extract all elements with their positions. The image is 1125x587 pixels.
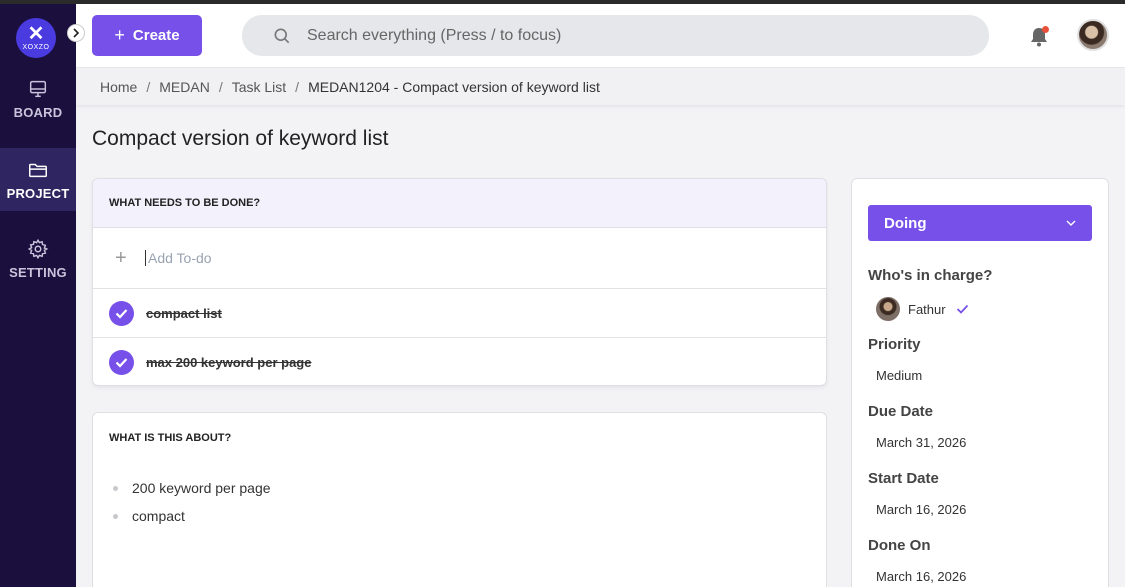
todo-item: max 200 keyword per page [93,338,826,385]
page-title: Compact version of keyword list [92,127,389,150]
assignee-avatar [876,297,900,321]
list-item-text: 200 keyword per page [132,480,271,496]
todo-item: compact list [93,289,826,338]
monitor-icon [29,80,47,97]
breadcrumb-project[interactable]: MEDAN [159,79,210,95]
todo-header: WHAT NEEDS TO BE DONE? [93,179,826,228]
status-dropdown[interactable]: Doing [868,205,1092,241]
list-item: 200 keyword per page [113,480,826,496]
breadcrumb-separator: / [146,78,151,95]
logo-mark-icon: ✕ [27,23,45,45]
done-on-label: Done On [868,537,931,554]
breadcrumb: Home / MEDAN / Task List / MEDAN1204 - C… [76,67,1125,105]
logo-text: XOXZO [22,44,50,51]
breadcrumb-separator: / [295,78,300,95]
due-date-value[interactable]: March 31, 2026 [876,435,966,450]
user-avatar[interactable] [1077,19,1109,51]
description-card: WHAT IS THIS ABOUT? 200 keyword per page… [92,412,827,587]
notification-badge [1042,26,1049,33]
assignee[interactable]: Fathur [876,297,969,321]
sidebar-item-setting[interactable]: SETTING [0,227,76,290]
app-logo[interactable]: ✕ XOXZO [16,18,56,58]
sidebar-item-board[interactable]: BOARD [0,67,76,130]
search-input[interactable] [307,26,907,45]
list-item-text: compact [132,508,185,524]
bullet-icon [113,485,118,491]
due-date-label: Due Date [868,403,934,420]
breadcrumb-current: MEDAN1204 - Compact version of keyword l… [308,78,600,95]
description-list[interactable]: 200 keyword per page compact [93,480,826,524]
todo-checkbox[interactable] [109,350,134,375]
task-details-panel: Doing Who's in charge? Fathur Priority M… [851,178,1109,587]
gear-icon [27,238,49,259]
priority-value[interactable]: Medium [876,368,922,383]
todo-text[interactable]: max 200 keyword per page [146,355,311,370]
start-date-label: Start Date [868,470,939,487]
add-todo-row: + [93,228,826,289]
breadcrumb-home[interactable]: Home [100,79,137,95]
todo-text[interactable]: compact list [146,306,222,321]
sidebar-item-label: BOARD [13,104,63,120]
breadcrumb-task-list[interactable]: Task List [232,79,286,95]
description-header: WHAT IS THIS ABOUT? [109,432,232,444]
top-header: + Create [76,4,1125,67]
create-button[interactable]: + Create [92,15,202,56]
sidebar-item-label: SETTING [9,264,67,280]
checkmark-icon [115,308,128,319]
todo-checkbox[interactable] [109,300,134,326]
sidebar-item-project[interactable]: PROJECT [0,148,76,211]
chevron-right-icon [73,28,80,38]
search-bar[interactable] [242,15,989,56]
search-icon [274,28,290,43]
chevron-down-icon [1066,220,1076,226]
checkmark-icon [115,358,128,368]
start-date-value[interactable]: March 16, 2026 [876,502,966,517]
assignee-name: Fathur [908,301,946,317]
status-value: Doing [884,214,927,232]
checkmark-icon [956,304,968,314]
plus-icon: + [115,246,127,269]
create-button-label: Create [132,27,180,44]
in-charge-label: Who's in charge? [868,267,993,284]
plus-icon: + [114,25,125,45]
sidebar-toggle-button[interactable] [67,24,85,42]
list-item: compact [113,508,826,524]
todo-card: WHAT NEEDS TO BE DONE? + compact list ma… [92,178,827,386]
add-todo-input[interactable] [145,250,745,266]
priority-label: Priority [868,336,921,353]
bullet-icon [113,513,118,519]
sidebar: ✕ XOXZO BOARD PROJECT SETTING [0,4,76,587]
folder-icon [29,163,47,177]
sidebar-item-label: PROJECT [6,185,70,201]
done-on-value[interactable]: March 16, 2026 [876,569,966,584]
breadcrumb-separator: / [218,78,223,95]
